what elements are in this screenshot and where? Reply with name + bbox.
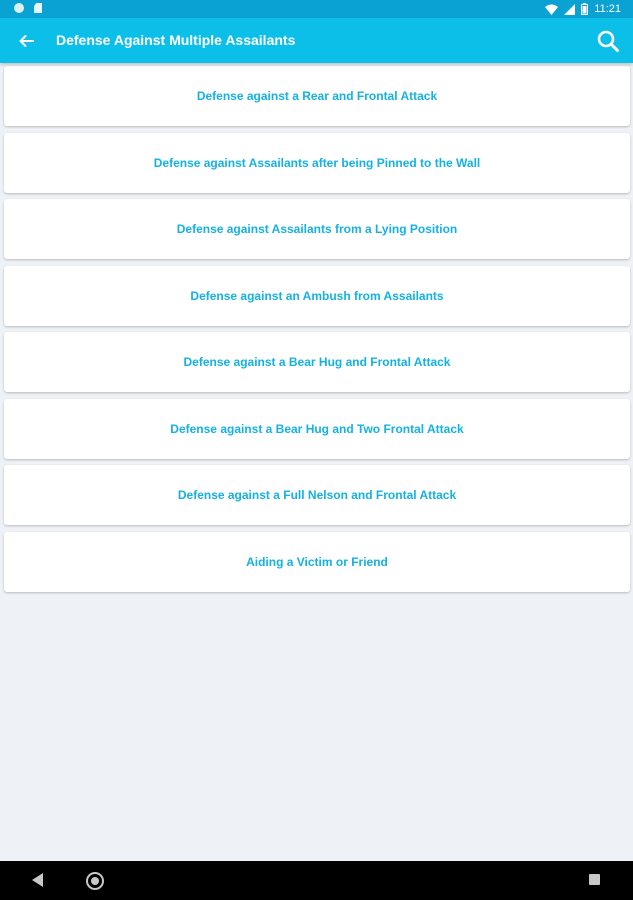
notification-dot-icon xyxy=(14,3,24,13)
list-item[interactable]: Defense against Assailants from a Lying … xyxy=(4,199,630,259)
list-item-label: Defense against an Ambush from Assailant… xyxy=(190,288,444,303)
home-circle-icon[interactable] xyxy=(86,872,104,890)
search-icon xyxy=(597,30,619,52)
list-item-label: Aiding a Victim or Friend xyxy=(246,554,388,569)
list-item-label: Defense against a Rear and Frontal Attac… xyxy=(196,89,438,103)
list-item[interactable]: Defense against a Bear Hug and Two Front… xyxy=(4,398,630,459)
list-item-label: Defense against a Bear Hug and Frontal A… xyxy=(183,355,451,369)
list-item[interactable]: Defense against a Full Nelson and Fronta… xyxy=(4,465,630,525)
list-item-label: Defense against a Bear Hug and Two Front… xyxy=(170,421,464,436)
status-right: 11:21 xyxy=(545,2,621,16)
battery-icon xyxy=(581,3,589,15)
signal-icon xyxy=(564,3,576,15)
list-item-label: Defense against Assailants from a Lying … xyxy=(176,222,458,236)
list-item[interactable]: Defense against a Bear Hug and Frontal A… xyxy=(4,332,630,392)
list-item-label: Defense against a Full Nelson and Fronta… xyxy=(177,488,457,502)
wifi-icon xyxy=(545,4,559,15)
list-item-label: Defense against Assailants after being P… xyxy=(153,155,481,170)
back-triangle-icon[interactable] xyxy=(32,873,43,887)
back-button[interactable] xyxy=(12,27,40,55)
page-title: Defense Against Multiple Assailants xyxy=(56,32,296,48)
list-item[interactable]: Aiding a Victim or Friend xyxy=(4,531,630,592)
list-item[interactable]: Defense against a Rear and Frontal Attac… xyxy=(4,66,630,126)
recents-square-icon[interactable] xyxy=(589,874,600,885)
list-item[interactable]: Defense against an Ambush from Assailant… xyxy=(4,265,630,326)
system-nav-bar xyxy=(0,861,633,900)
list-item[interactable]: Defense against Assailants after being P… xyxy=(4,132,630,193)
status-bar: 11:21 xyxy=(0,0,633,18)
screen: 11:21 Defense Against Multiple Assailant… xyxy=(0,0,633,900)
sd-card-icon xyxy=(34,3,42,13)
technique-list: Defense against a Rear and Frontal Attac… xyxy=(4,66,630,598)
arrow-left-icon xyxy=(19,35,34,47)
app-bar: Defense Against Multiple Assailants xyxy=(0,18,633,63)
status-left xyxy=(14,3,42,13)
search-button[interactable] xyxy=(593,26,623,56)
status-time: 11:21 xyxy=(594,3,621,15)
